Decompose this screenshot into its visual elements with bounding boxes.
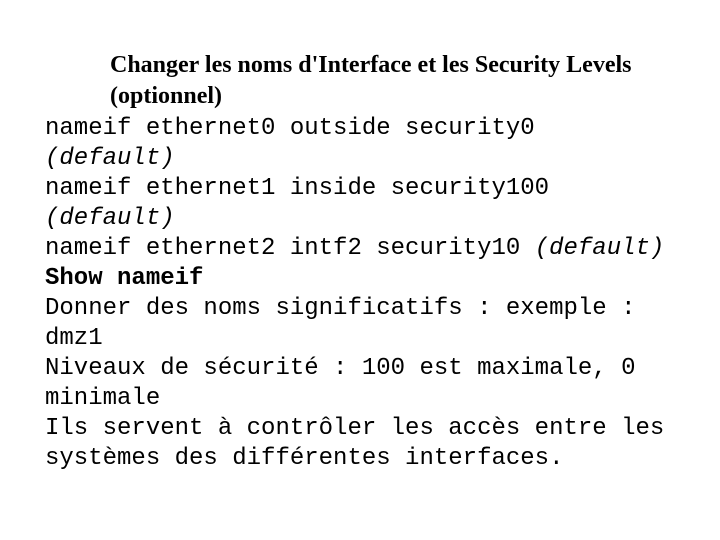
- note-purpose: Ils servent à contrôler les accès entre …: [45, 414, 675, 474]
- default-label-3: (default): [535, 235, 665, 262]
- default-label-2: (default): [45, 205, 175, 232]
- note-levels: Niveaux de sécurité : 100 est maximale, …: [45, 354, 675, 414]
- show-nameif-line: Show nameif: [45, 264, 675, 294]
- cmd-eth1: nameif ethernet1 inside security100: [45, 175, 549, 202]
- nameif-line-3: nameif ethernet2 intf2 security10 (defau…: [45, 234, 675, 264]
- cmd-eth2: nameif ethernet2 intf2 security10: [45, 235, 520, 262]
- default-label-1: (default): [45, 145, 175, 172]
- cmd-eth0: nameif ethernet0 outside security0: [45, 115, 535, 142]
- document-page: Changer les noms d'Interface et les Secu…: [0, 0, 720, 504]
- nameif-line-2: nameif ethernet1 inside security100 (def…: [45, 174, 675, 234]
- section-heading: Changer les noms d'Interface et les Secu…: [110, 50, 675, 112]
- note-names: Donner des noms significatifs : exemple …: [45, 294, 675, 354]
- nameif-line-1: nameif ethernet0 outside security0 (defa…: [45, 114, 675, 174]
